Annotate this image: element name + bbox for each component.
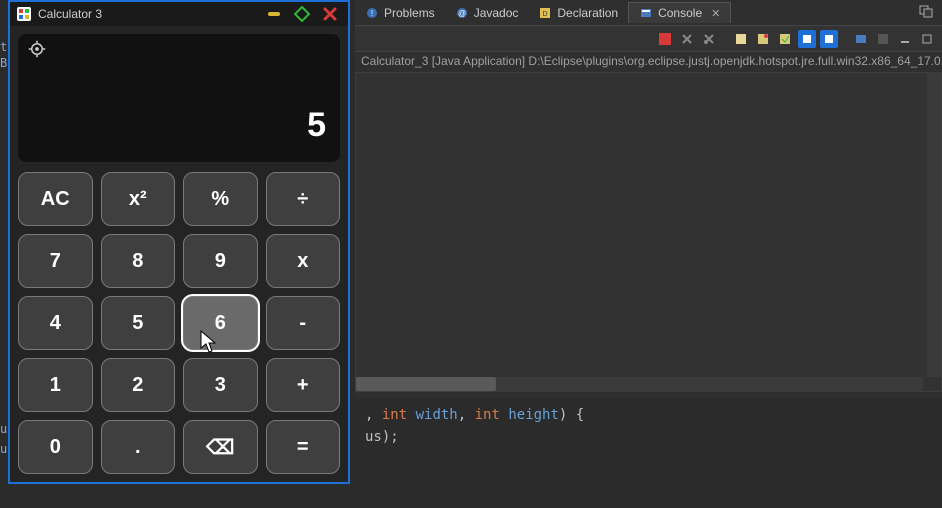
gear-icon[interactable] <box>28 40 46 63</box>
word-wrap-icon[interactable] <box>820 30 838 48</box>
remove-all-icon[interactable] <box>678 30 696 48</box>
app-icon <box>16 6 32 22</box>
new-console-icon[interactable] <box>732 30 750 48</box>
minimize-button[interactable] <box>262 5 286 23</box>
display-value: 5 <box>307 106 326 145</box>
calc-key-1[interactable]: 1 <box>18 358 93 412</box>
scroll-lock-icon[interactable] <box>798 30 816 48</box>
console-icon <box>639 6 653 20</box>
remove-launch-icon[interactable] <box>700 30 718 48</box>
open-console-icon[interactable] <box>852 30 870 48</box>
console-output[interactable] <box>355 72 942 392</box>
svg-text:@: @ <box>458 9 466 18</box>
calc-key-x[interactable]: x² <box>101 172 176 226</box>
calculator-titlebar[interactable]: Calculator 3 <box>10 2 348 26</box>
calc-key-[interactable]: ÷ <box>266 172 341 226</box>
calc-key-5[interactable]: 5 <box>101 296 176 350</box>
maximize-button[interactable] <box>290 5 314 23</box>
calc-key-9[interactable]: 9 <box>183 234 258 288</box>
calc-key-[interactable]: % <box>183 172 258 226</box>
calc-key-[interactable]: . <box>101 420 176 474</box>
display-selected-icon[interactable] <box>776 30 794 48</box>
max-icon[interactable] <box>918 30 936 48</box>
edge-letter: t <box>0 40 7 54</box>
svg-text:D: D <box>543 11 548 18</box>
calc-key-6[interactable]: 6 <box>183 296 258 350</box>
scrollbar-vertical[interactable] <box>927 73 941 377</box>
code-line: us); <box>365 426 932 448</box>
tab-label: Console <box>658 6 702 20</box>
scrollbar-thumb[interactable] <box>356 377 496 391</box>
ide-panel: ! Problems @ Javadoc D Declaration Conso… <box>355 0 942 508</box>
calc-key-[interactable]: = <box>266 420 341 474</box>
calculator-display: 5 <box>18 34 340 162</box>
calc-key-[interactable]: + <box>266 358 341 412</box>
problems-icon: ! <box>365 6 379 20</box>
min-icon[interactable] <box>896 30 914 48</box>
calc-key-2[interactable]: 2 <box>101 358 176 412</box>
tab-problems[interactable]: ! Problems <box>355 3 445 23</box>
calc-key-0[interactable]: 0 <box>18 420 93 474</box>
calculator-title: Calculator 3 <box>38 7 258 21</box>
calc-key-[interactable]: - <box>266 296 341 350</box>
tab-javadoc[interactable]: @ Javadoc <box>445 3 529 23</box>
ide-tabs: ! Problems @ Javadoc D Declaration Conso… <box>355 0 942 26</box>
calc-key-7[interactable]: 7 <box>18 234 93 288</box>
calc-key-ac[interactable]: AC <box>18 172 93 226</box>
pin-console-icon[interactable] <box>754 30 772 48</box>
tab-declaration[interactable]: D Declaration <box>528 3 628 23</box>
svg-text:!: ! <box>371 9 373 18</box>
scrollbar-horizontal[interactable] <box>356 377 923 391</box>
close-button[interactable] <box>318 5 342 23</box>
code-line: , int width, int height) { <box>365 404 932 426</box>
calc-key-8[interactable]: 8 <box>101 234 176 288</box>
declaration-icon: D <box>538 6 552 20</box>
calc-key-x[interactable]: x <box>266 234 341 288</box>
editor-code[interactable]: , int width, int height) { us); <box>355 398 942 508</box>
calc-key-4[interactable]: 4 <box>18 296 93 350</box>
show-console-icon[interactable] <box>874 30 892 48</box>
tab-label: Declaration <box>557 6 618 20</box>
terminate-icon[interactable] <box>656 30 674 48</box>
calculator-window: Calculator 3 5 ACx²%÷789x456-123+0.⌫= <box>8 0 350 484</box>
calc-key-3[interactable]: 3 <box>183 358 258 412</box>
edge-letter: B <box>0 56 7 70</box>
console-toolbar <box>355 26 942 52</box>
console-description: Calculator_3 [Java Application] D:\Eclip… <box>355 52 942 70</box>
tab-label: Problems <box>384 6 435 20</box>
tab-console[interactable]: Console ✕ <box>628 2 731 23</box>
close-icon[interactable]: ✕ <box>711 7 720 20</box>
calc-key-[interactable]: ⌫ <box>183 420 258 474</box>
javadoc-icon: @ <box>455 6 469 20</box>
tab-label: Javadoc <box>474 6 519 20</box>
calculator-body: 5 ACx²%÷789x456-123+0.⌫= <box>10 26 348 482</box>
calculator-keypad: ACx²%÷ 789x 456- 123+0.⌫= <box>18 172 340 474</box>
restore-view-icon[interactable] <box>918 4 934 18</box>
